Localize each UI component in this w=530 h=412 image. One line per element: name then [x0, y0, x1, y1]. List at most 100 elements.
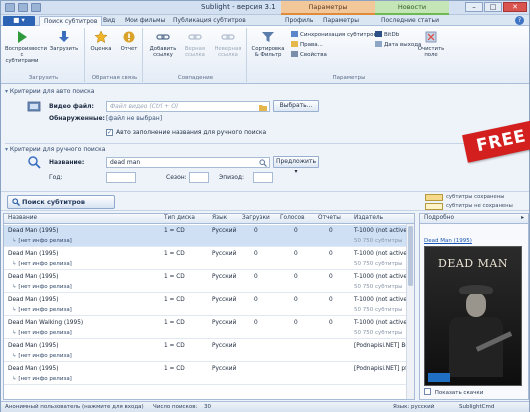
tab-publish[interactable]: Публикация субтитров [169, 16, 250, 26]
status-user[interactable]: Анонимный пользователь (нажмите для вход… [5, 402, 144, 412]
cell-votes: 0 [294, 228, 298, 234]
app-icon[interactable] [5, 3, 15, 12]
dropdown-icon[interactable] [31, 3, 41, 12]
wrong-link-button[interactable]: Неверная ссылка [211, 30, 245, 58]
auto-search-header[interactable]: Критерии для авто поиска [5, 88, 95, 95]
tab-view[interactable]: Вид [99, 16, 119, 26]
tab-parameters[interactable]: Параметры [319, 16, 363, 26]
play-icon [18, 31, 27, 43]
sort-filter-icon [262, 32, 274, 42]
expand-arrow-icon[interactable]: ▸ [521, 214, 524, 223]
table-row[interactable]: Dead Man (1995) [нет инфо релиза] 1 = CD Ру… [4, 248, 414, 270]
tab-profile[interactable]: Профиль [281, 16, 317, 26]
table-row[interactable]: Dead Man (1995) [нет инфо релиза] 1 = CD Ру… [4, 294, 414, 316]
divider [5, 143, 525, 144]
suggest-button[interactable]: Предложить ▾ [273, 156, 319, 175]
show-downloads-label: Показать скачки [434, 390, 484, 396]
play-label: Воспроизвести с субтитрами [5, 46, 47, 64]
cell-downloads: 0 [254, 320, 258, 326]
report-button[interactable]: Отчет [115, 30, 143, 52]
table-row[interactable]: Dead Man Walking (1995) [нет инфо релиза]… [4, 317, 414, 339]
save-icon[interactable] [18, 3, 28, 12]
column-header-reports[interactable]: Отчеты [318, 215, 341, 221]
details-header[interactable]: Подробно ▸ [420, 214, 528, 224]
column-header-votes[interactable]: Голосов [280, 215, 304, 221]
scrollbar-thumb[interactable] [408, 226, 413, 286]
clear-field-button[interactable]: Очистить поле [415, 30, 447, 58]
column-header-publisher[interactable]: Издатель [354, 215, 383, 221]
table-header: Название Тип диска Язык Загрузки Голосов… [4, 214, 414, 224]
clear-icon [425, 31, 437, 43]
video-file-input[interactable]: Файл видео (Ctrl + O) [106, 101, 270, 112]
show-downloads-checkbox[interactable] [424, 388, 431, 395]
column-header-downloads[interactable]: Загрузки [242, 215, 270, 221]
context-tab-news[interactable]: Новости [375, 1, 449, 15]
year-input[interactable] [106, 172, 136, 183]
play-with-subtitles-button[interactable]: Воспроизвести с субтитрами [5, 30, 47, 64]
rate-button[interactable]: Оценка [87, 30, 115, 52]
tab-search-subtitles[interactable]: Поиск субтитров [39, 16, 103, 26]
folder-icon[interactable] [259, 103, 267, 111]
legend-saved-swatch [425, 194, 443, 201]
cell-disk: 1 = CD [164, 251, 185, 257]
poster-figure-face [466, 293, 486, 317]
correct-link-button[interactable]: Верная ссылка [179, 30, 211, 58]
minimize-button[interactable]: – [465, 2, 483, 12]
sort-filter-button[interactable]: Сортировка & Фильтр [249, 30, 287, 58]
detected-label: Обнаруженные: [49, 115, 105, 122]
group-label-match: Совпадение [177, 75, 214, 81]
details-movie-link[interactable]: Dead Man (1995) [424, 238, 472, 244]
browse-button[interactable]: Выбрать... [273, 100, 319, 112]
file-menu-button[interactable]: ■ ▾ [3, 16, 35, 26]
cell-publisher-count: 50 750 субтитры [354, 330, 403, 336]
cell-release-info: [нет инфо релиза] [12, 330, 71, 336]
maximize-button[interactable]: □ [484, 2, 502, 12]
search-icon[interactable] [259, 159, 267, 167]
season-input[interactable] [189, 172, 209, 183]
tab-latest-articles[interactable]: Последние статьи [377, 16, 443, 26]
column-header-disk[interactable]: Тип диска [164, 215, 195, 221]
table-row[interactable]: Dead Man (1995) [нет инфо релиза] 1 = CD Ру… [4, 271, 414, 293]
correct-link-label: Верная ссылка [184, 46, 206, 58]
show-downloads-option[interactable]: Показать скачки [424, 388, 483, 396]
close-button[interactable]: ✕ [503, 2, 527, 12]
sort-filter-label: Сортировка & Фильтр [251, 46, 285, 58]
cell-reports: 0 [329, 320, 333, 326]
autofill-checkbox[interactable]: ✓ [106, 129, 113, 136]
table-row[interactable]: Dead Man (1995) [нет инфо релиза] 1 = CD Ру… [4, 363, 414, 385]
sync-subtitles-button[interactable]: Синхронизация субтитров [291, 31, 377, 38]
context-tab-params[interactable]: Параметры [281, 1, 375, 15]
poster-title: DEAD MAN [438, 257, 508, 270]
title-input[interactable]: dead man [106, 157, 270, 168]
table-scrollbar[interactable] [406, 224, 414, 399]
cell-disk: 1 = CD [164, 274, 185, 280]
gear-icon [291, 51, 298, 57]
add-link-button[interactable]: Добавить ссылку [147, 30, 179, 58]
rights-button[interactable]: Права... [291, 41, 323, 48]
status-bar: Анонимный пользователь (нажмите для вход… [1, 401, 529, 412]
cell-disk: 1 = CD [164, 320, 185, 326]
episode-input[interactable] [253, 172, 273, 183]
status-language[interactable]: Язык: русский [393, 402, 434, 412]
bitdb-button[interactable]: BitDb [375, 31, 399, 38]
search-subtitles-button[interactable]: Поиск субтитров [7, 195, 115, 209]
cell-publisher: T-1000 (not active) [354, 274, 410, 280]
cell-language: Русский [212, 228, 237, 234]
tab-my-movies[interactable]: Мои фильмы [121, 16, 169, 26]
group-label-download: Загрузить [28, 75, 59, 81]
episode-label: Эпизод: [219, 174, 245, 181]
properties-button[interactable]: Свойства [291, 51, 327, 58]
table-row[interactable]: Dead Man (1995) [нет инфо релиза] 1 = CD Ру… [4, 340, 414, 362]
cell-votes: 0 [294, 297, 298, 303]
column-header-title[interactable]: Название [8, 215, 37, 221]
help-icon[interactable]: ? [515, 16, 524, 25]
legend-unsaved-swatch [425, 203, 443, 210]
manual-search-header[interactable]: Критерии для ручного поиска [5, 146, 106, 153]
cell-votes: 0 [294, 251, 298, 257]
table-row[interactable]: Dead Man (1995) [нет инфо релиза] 1 = CD Ру… [4, 225, 414, 247]
column-header-language[interactable]: Язык [212, 215, 227, 221]
download-button[interactable]: Загрузить [47, 30, 81, 52]
cell-reports: 0 [329, 297, 333, 303]
cell-title: Dead Man (1995) [8, 274, 59, 280]
cell-language: Русский [212, 274, 237, 280]
